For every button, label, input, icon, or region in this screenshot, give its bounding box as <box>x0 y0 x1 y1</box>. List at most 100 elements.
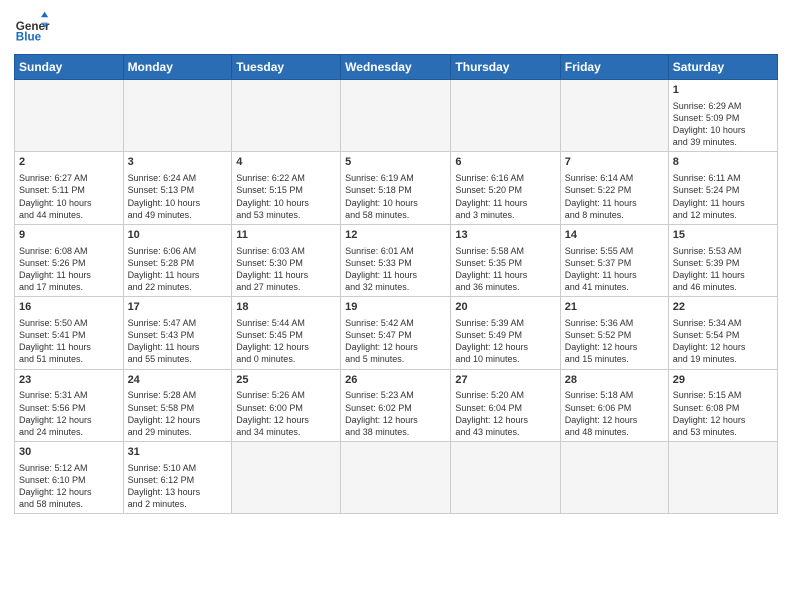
calendar-cell: 4Sunrise: 6:22 AM Sunset: 5:15 PM Daylig… <box>232 152 341 224</box>
day-info: Sunrise: 5:42 AM Sunset: 5:47 PM Dayligh… <box>345 317 446 366</box>
day-number: 8 <box>673 155 773 170</box>
calendar-cell: 30 Sunrise: 5:12 AM Sunset: 6:10 PM Dayli… <box>15 442 124 514</box>
day-number: 5 <box>345 155 446 170</box>
calendar-cell <box>123 80 232 152</box>
calendar-cell <box>560 442 668 514</box>
day-number: 11 <box>236 228 336 243</box>
day-info: Sunrise: 5:20 AM Sunset: 6:04 PM Dayligh… <box>455 389 555 438</box>
calendar-week-row: 9 Sunrise: 6:08 AM Sunset: 5:26 PM Daylig… <box>15 224 778 296</box>
day-number: 23 <box>19 373 119 388</box>
day-number: 12 <box>345 228 446 243</box>
calendar-cell <box>668 442 777 514</box>
day-info: Sunrise: 5:47 AM Sunset: 5:43 PM Dayligh… <box>128 317 228 366</box>
calendar-cell: 26Sunrise: 5:23 AM Sunset: 6:02 PM Dayli… <box>341 369 451 441</box>
day-info: Sunrise: 6:08 AM Sunset: 5:26 PM Dayligh… <box>19 245 119 294</box>
day-info: Sunrise: 5:34 AM Sunset: 5:54 PM Dayligh… <box>673 317 773 366</box>
svg-text:Blue: Blue <box>16 31 42 44</box>
calendar-table: SundayMondayTuesdayWednesdayThursdayFrid… <box>14 54 778 514</box>
day-number: 25 <box>236 373 336 388</box>
calendar-cell: 28Sunrise: 5:18 AM Sunset: 6:06 PM Dayli… <box>560 369 668 441</box>
calendar-cell: 17 Sunrise: 5:47 AM Sunset: 5:43 PM Dayli… <box>123 297 232 369</box>
calendar-cell <box>232 80 341 152</box>
day-number: 9 <box>19 228 119 243</box>
calendar-cell: 22Sunrise: 5:34 AM Sunset: 5:54 PM Dayli… <box>668 297 777 369</box>
day-number: 17 <box>128 300 228 315</box>
day-info: Sunrise: 5:26 AM Sunset: 6:00 PM Dayligh… <box>236 389 336 438</box>
calendar-cell <box>341 80 451 152</box>
calendar-week-row: 30 Sunrise: 5:12 AM Sunset: 6:10 PM Dayli… <box>15 442 778 514</box>
day-number: 27 <box>455 373 555 388</box>
calendar-week-row: 2 Sunrise: 6:27 AM Sunset: 5:11 PM Daylig… <box>15 152 778 224</box>
day-number: 13 <box>455 228 555 243</box>
day-number: 14 <box>565 228 664 243</box>
day-number: 29 <box>673 373 773 388</box>
calendar-cell: 31Sunrise: 5:10 AM Sunset: 6:12 PM Dayli… <box>123 442 232 514</box>
day-info: Sunrise: 6:06 AM Sunset: 5:28 PM Dayligh… <box>128 245 228 294</box>
calendar-cell: 14Sunrise: 5:55 AM Sunset: 5:37 PM Dayli… <box>560 224 668 296</box>
day-info: Sunrise: 6:19 AM Sunset: 5:18 PM Dayligh… <box>345 172 446 221</box>
weekday-header-monday: Monday <box>123 55 232 80</box>
calendar-cell: 7 Sunrise: 6:14 AM Sunset: 5:22 PM Daylig… <box>560 152 668 224</box>
calendar-cell: 16 Sunrise: 5:50 AM Sunset: 5:41 PM Dayli… <box>15 297 124 369</box>
calendar-cell: 10 Sunrise: 6:06 AM Sunset: 5:28 PM Dayli… <box>123 224 232 296</box>
day-number: 18 <box>236 300 336 315</box>
day-info: Sunrise: 5:36 AM Sunset: 5:52 PM Dayligh… <box>565 317 664 366</box>
weekday-header-saturday: Saturday <box>668 55 777 80</box>
day-info: Sunrise: 5:18 AM Sunset: 6:06 PM Dayligh… <box>565 389 664 438</box>
day-number: 30 <box>19 445 119 460</box>
day-number: 2 <box>19 155 119 170</box>
calendar-cell: 20 Sunrise: 5:39 AM Sunset: 5:49 PM Dayli… <box>451 297 560 369</box>
day-info: Sunrise: 6:16 AM Sunset: 5:20 PM Dayligh… <box>455 172 555 221</box>
day-info: Sunrise: 6:03 AM Sunset: 5:30 PM Dayligh… <box>236 245 336 294</box>
weekday-header-wednesday: Wednesday <box>341 55 451 80</box>
calendar-cell <box>560 80 668 152</box>
calendar-cell: 2 Sunrise: 6:27 AM Sunset: 5:11 PM Daylig… <box>15 152 124 224</box>
day-number: 21 <box>565 300 664 315</box>
day-info: Sunrise: 6:01 AM Sunset: 5:33 PM Dayligh… <box>345 245 446 294</box>
day-info: Sunrise: 6:14 AM Sunset: 5:22 PM Dayligh… <box>565 172 664 221</box>
calendar-cell: 21 Sunrise: 5:36 AM Sunset: 5:52 PM Dayli… <box>560 297 668 369</box>
day-number: 3 <box>128 155 228 170</box>
calendar-week-row: 16 Sunrise: 5:50 AM Sunset: 5:41 PM Dayli… <box>15 297 778 369</box>
weekday-header-tuesday: Tuesday <box>232 55 341 80</box>
calendar-cell: 3Sunrise: 6:24 AM Sunset: 5:13 PM Daylig… <box>123 152 232 224</box>
day-number: 26 <box>345 373 446 388</box>
calendar-cell: 6 Sunrise: 6:16 AM Sunset: 5:20 PM Daylig… <box>451 152 560 224</box>
day-info: Sunrise: 5:58 AM Sunset: 5:35 PM Dayligh… <box>455 245 555 294</box>
day-info: Sunrise: 6:29 AM Sunset: 5:09 PM Dayligh… <box>673 100 773 149</box>
day-number: 7 <box>565 155 664 170</box>
day-info: Sunrise: 5:50 AM Sunset: 5:41 PM Dayligh… <box>19 317 119 366</box>
day-number: 6 <box>455 155 555 170</box>
day-number: 16 <box>19 300 119 315</box>
day-number: 20 <box>455 300 555 315</box>
day-number: 31 <box>128 445 228 460</box>
day-info: Sunrise: 5:15 AM Sunset: 6:08 PM Dayligh… <box>673 389 773 438</box>
calendar-week-row: 1 Sunrise: 6:29 AM Sunset: 5:09 PM Daylig… <box>15 80 778 152</box>
calendar-cell: 5 Sunrise: 6:19 AM Sunset: 5:18 PM Daylig… <box>341 152 451 224</box>
day-number: 28 <box>565 373 664 388</box>
weekday-header-sunday: Sunday <box>15 55 124 80</box>
day-number: 10 <box>128 228 228 243</box>
calendar-cell <box>15 80 124 152</box>
calendar-cell <box>451 442 560 514</box>
day-info: Sunrise: 5:28 AM Sunset: 5:58 PM Dayligh… <box>128 389 228 438</box>
day-info: Sunrise: 5:12 AM Sunset: 6:10 PM Dayligh… <box>19 462 119 511</box>
day-number: 24 <box>128 373 228 388</box>
day-info: Sunrise: 6:27 AM Sunset: 5:11 PM Dayligh… <box>19 172 119 221</box>
day-info: Sunrise: 5:39 AM Sunset: 5:49 PM Dayligh… <box>455 317 555 366</box>
calendar-cell: 27Sunrise: 5:20 AM Sunset: 6:04 PM Dayli… <box>451 369 560 441</box>
calendar-cell <box>232 442 341 514</box>
calendar-cell: 15 Sunrise: 5:53 AM Sunset: 5:39 PM Dayli… <box>668 224 777 296</box>
calendar-cell: 1 Sunrise: 6:29 AM Sunset: 5:09 PM Daylig… <box>668 80 777 152</box>
page-header: General Blue <box>14 10 778 46</box>
logo-icon: General Blue <box>14 10 50 46</box>
calendar-cell: 9 Sunrise: 6:08 AM Sunset: 5:26 PM Daylig… <box>15 224 124 296</box>
day-number: 4 <box>236 155 336 170</box>
day-number: 15 <box>673 228 773 243</box>
weekday-header-row: SundayMondayTuesdayWednesdayThursdayFrid… <box>15 55 778 80</box>
day-info: Sunrise: 6:11 AM Sunset: 5:24 PM Dayligh… <box>673 172 773 221</box>
calendar-cell: 18Sunrise: 5:44 AM Sunset: 5:45 PM Dayli… <box>232 297 341 369</box>
weekday-header-friday: Friday <box>560 55 668 80</box>
day-number: 1 <box>673 83 773 98</box>
day-info: Sunrise: 5:53 AM Sunset: 5:39 PM Dayligh… <box>673 245 773 294</box>
